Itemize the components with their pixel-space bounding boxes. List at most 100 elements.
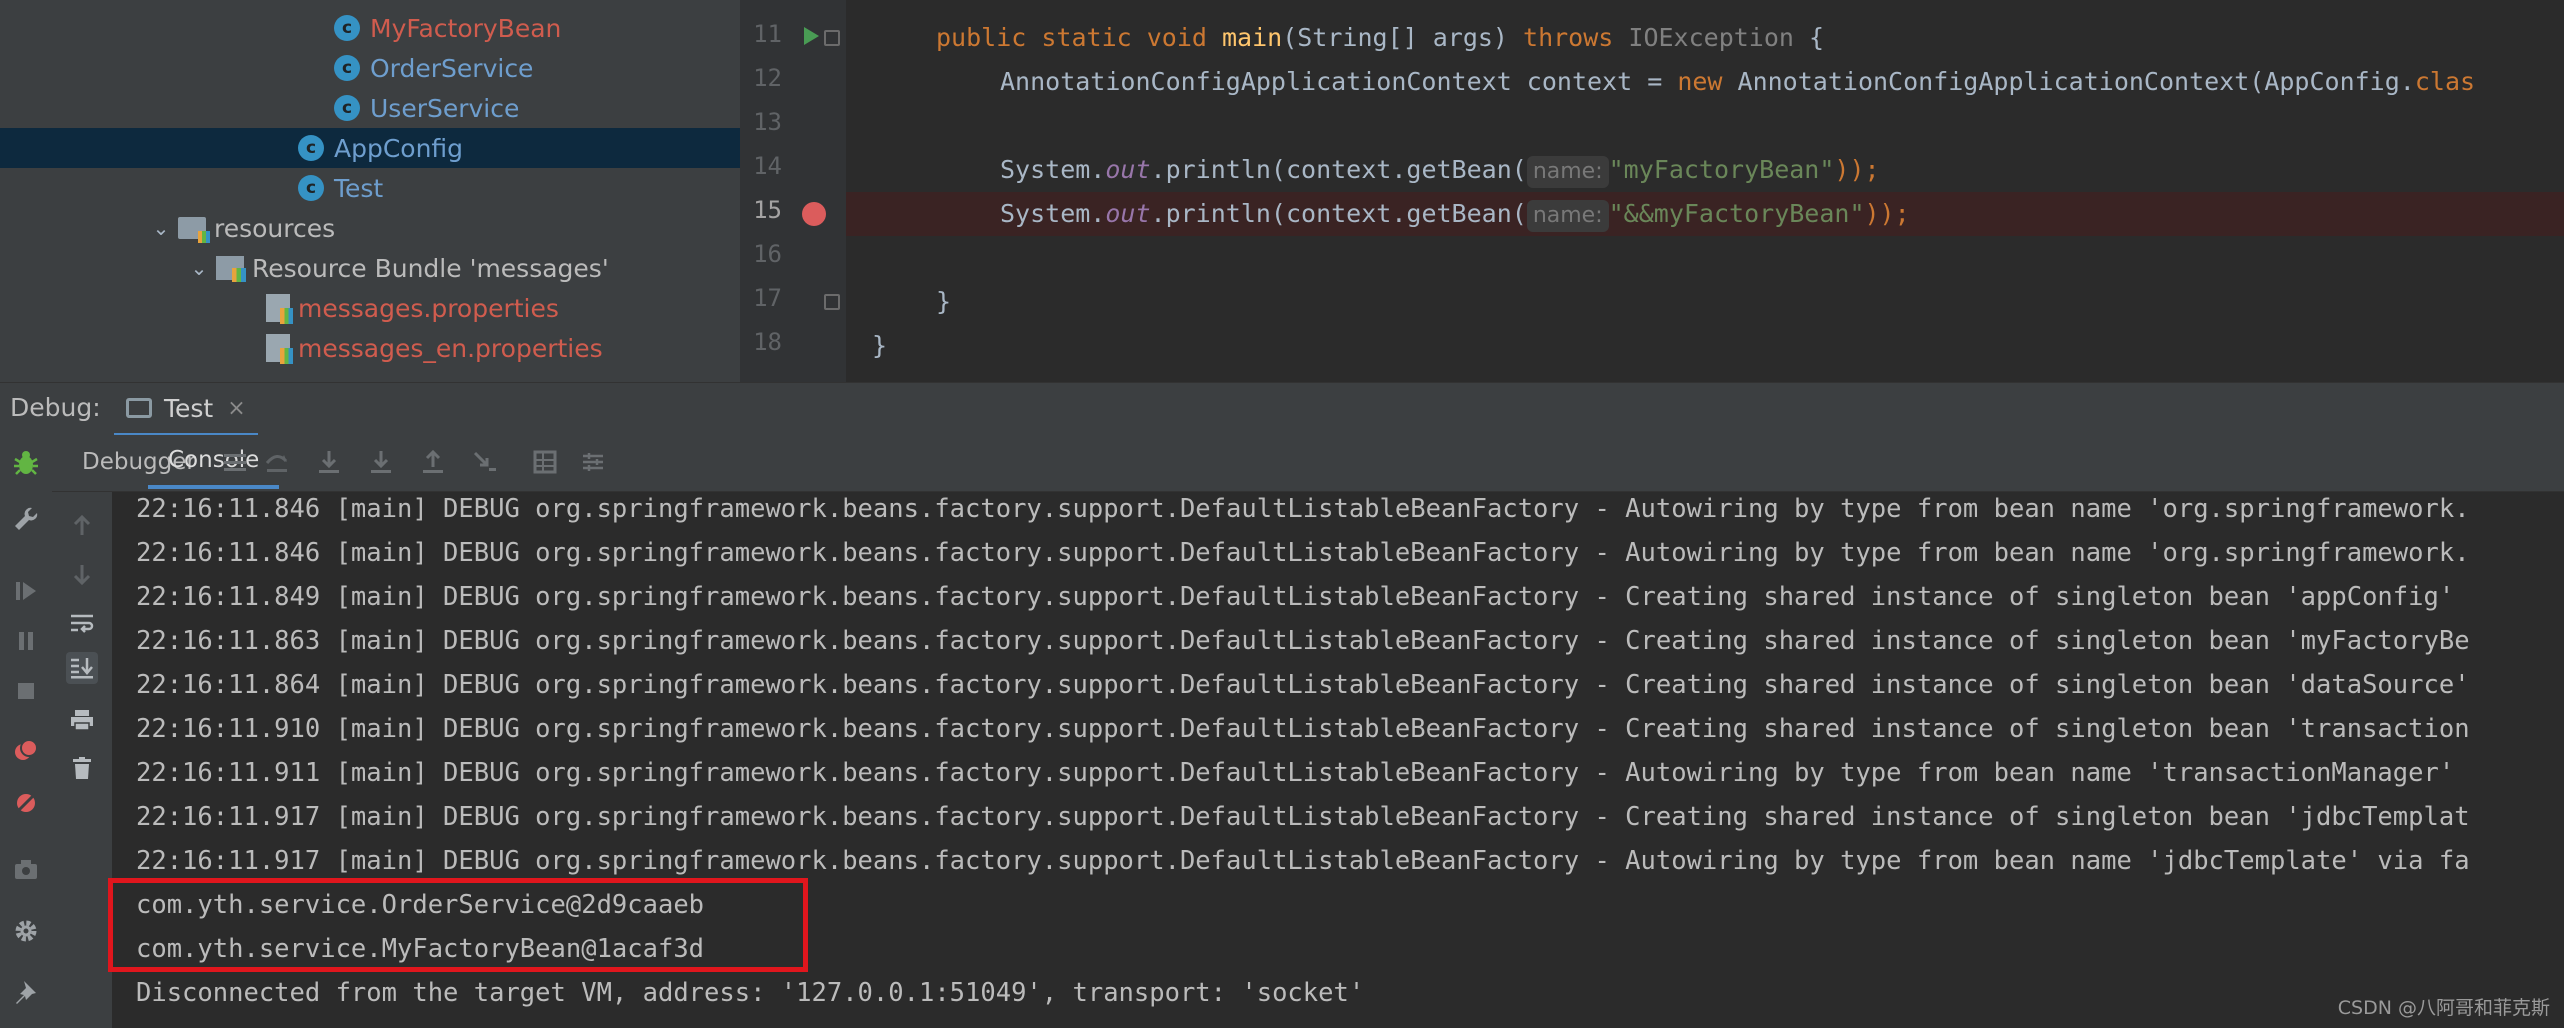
close-icon[interactable]: ×: [227, 396, 245, 421]
code-token: main: [1221, 23, 1283, 52]
bug-icon[interactable]: [10, 447, 42, 479]
print-icon[interactable]: [66, 704, 98, 736]
code-token: new: [1677, 67, 1738, 96]
line-number: 16: [753, 240, 782, 268]
tab-console[interactable]: Console: [148, 435, 280, 489]
debug-tool-window-header: Debug: Test ×: [0, 382, 2564, 437]
trash-icon[interactable]: [66, 752, 98, 784]
code-line-14[interactable]: System.out.println(context.getBean(name:…: [1000, 150, 1880, 190]
debug-title: Debug:: [10, 393, 101, 422]
mute-breakpoints-icon[interactable]: [10, 787, 42, 819]
fold-icon[interactable]: [824, 30, 840, 46]
class-icon: c: [334, 15, 360, 41]
console-line: 22:16:11.864 [main] DEBUG org.springfram…: [136, 670, 2470, 700]
code-token: "&&myFactoryBean": [1608, 199, 1865, 228]
parameter-hint: name:: [1526, 200, 1609, 232]
run-gutter-icon[interactable]: [804, 27, 819, 45]
console-line: 22:16:11.911 [main] DEBUG org.springfram…: [136, 758, 2455, 788]
code-token: public static void: [936, 23, 1222, 52]
code-line-15[interactable]: System.out.println(context.getBean(name:…: [1000, 194, 1910, 234]
code-line-18[interactable]: }: [872, 326, 887, 366]
menu-icon[interactable]: [220, 447, 250, 477]
debug-subtabs: Debugger Console: [52, 435, 2564, 492]
line-number: 12: [753, 64, 782, 92]
project-tree: c MyFactoryBean c OrderService c UserSer…: [0, 0, 740, 382]
tree-item-label: MyFactoryBean: [370, 13, 562, 43]
tree-item-label: Test: [334, 173, 384, 203]
settings-icon[interactable]: [10, 915, 42, 947]
step-out-icon[interactable]: [418, 447, 448, 477]
line-number: 18: [753, 328, 782, 356]
tree-item-resources[interactable]: ⌄ resources: [0, 208, 740, 248]
tree-item-label: messages_en.properties: [298, 333, 603, 363]
console-toolbar: [52, 492, 112, 1028]
chevron-down-icon[interactable]: ⌄: [188, 256, 210, 280]
line-number: 11: [753, 20, 782, 48]
console-line: 22:16:11.863 [main] DEBUG org.springfram…: [136, 626, 2470, 656]
stop-icon[interactable]: [10, 675, 42, 707]
code-token: AnnotationConfigApplicationContext(AppCo…: [1737, 67, 2415, 96]
line-number: 15: [753, 196, 782, 224]
resume-icon[interactable]: [10, 575, 42, 607]
tree-item-orderservice[interactable]: c OrderService: [0, 48, 740, 88]
arrow-down-icon[interactable]: [66, 558, 98, 590]
properties-file-icon: [266, 294, 293, 324]
tree-item-messages-en-properties[interactable]: messages_en.properties: [0, 328, 740, 368]
chevron-down-icon[interactable]: ⌄: [150, 216, 172, 240]
console-line: 22:16:11.917 [main] DEBUG org.springfram…: [136, 802, 2470, 832]
code-token: {: [1793, 23, 1825, 52]
console-line-disconnected: Disconnected from the target VM, address…: [136, 978, 1365, 1008]
code-line-12[interactable]: AnnotationConfigApplicationContext conte…: [1000, 62, 2475, 102]
breakpoint-icon[interactable]: [802, 202, 826, 226]
code-editor[interactable]: 11 12 13 14 15 16 17 18 public static vo…: [740, 0, 2564, 382]
trace-icon[interactable]: [578, 447, 608, 477]
watermark: CSDN @八阿哥和菲克斯: [2337, 997, 2550, 1019]
line-number: 14: [753, 152, 782, 180]
code-token: ));: [1834, 155, 1880, 184]
camera-icon[interactable]: [10, 853, 42, 885]
force-step-into-icon[interactable]: [366, 447, 396, 477]
tree-item-userservice[interactable]: c UserService: [0, 88, 740, 128]
code-token: System.: [1000, 199, 1106, 228]
line-number: 17: [753, 284, 782, 312]
tree-item-label: AppConfig: [334, 133, 464, 163]
code-token: out: [1105, 155, 1151, 184]
console-line: 22:16:11.910 [main] DEBUG org.springfram…: [136, 714, 2470, 744]
step-into-icon[interactable]: [314, 447, 344, 477]
soft-wrap-icon[interactable]: [66, 608, 98, 640]
resources-folder-icon: [178, 217, 210, 243]
debug-tab-label: Test: [164, 393, 214, 423]
arrow-up-icon[interactable]: [66, 510, 98, 542]
code-token: ));: [1864, 199, 1910, 228]
tree-item-myfactorybean[interactable]: c MyFactoryBean: [0, 8, 740, 48]
evaluate-icon[interactable]: [530, 447, 560, 477]
code-token: .println(context.getBean(: [1150, 155, 1527, 184]
code-token: out: [1105, 199, 1151, 228]
code-line-11[interactable]: public static void main(String[] args) t…: [936, 18, 1824, 58]
code-line-17[interactable]: }: [936, 282, 951, 322]
debug-session-tab[interactable]: Test ×: [114, 383, 258, 437]
tree-item-test[interactable]: c Test: [0, 168, 740, 208]
editor-gutter[interactable]: 11 12 13 14 15 16 17 18: [740, 0, 846, 382]
step-over-icon[interactable]: [262, 447, 292, 477]
view-breakpoints-icon[interactable]: [10, 735, 42, 767]
class-icon: c: [334, 95, 360, 121]
code-token: AnnotationConfigApplicationContext conte…: [1000, 67, 1678, 96]
tree-item-label: resources: [214, 213, 336, 243]
tree-item-messages-properties[interactable]: messages.properties: [0, 288, 740, 328]
debug-left-toolbar: [0, 435, 52, 1028]
resource-bundle-icon: [216, 256, 246, 282]
tree-item-label: messages.properties: [298, 293, 559, 323]
pin-icon[interactable]: [10, 975, 42, 1007]
scroll-to-end-icon[interactable]: [66, 652, 98, 684]
class-icon: c: [334, 55, 360, 81]
run-to-cursor-icon[interactable]: [470, 447, 500, 477]
pause-icon[interactable]: [10, 625, 42, 657]
tree-item-resource-bundle[interactable]: ⌄ Resource Bundle 'messages': [0, 248, 740, 288]
console-window-icon: [126, 398, 152, 418]
parameter-hint: name:: [1526, 156, 1609, 188]
wrench-icon[interactable]: [10, 503, 42, 535]
code-token: throws: [1523, 23, 1629, 52]
tree-item-appconfig[interactable]: c AppConfig: [0, 128, 740, 168]
fold-icon[interactable]: [824, 294, 840, 310]
